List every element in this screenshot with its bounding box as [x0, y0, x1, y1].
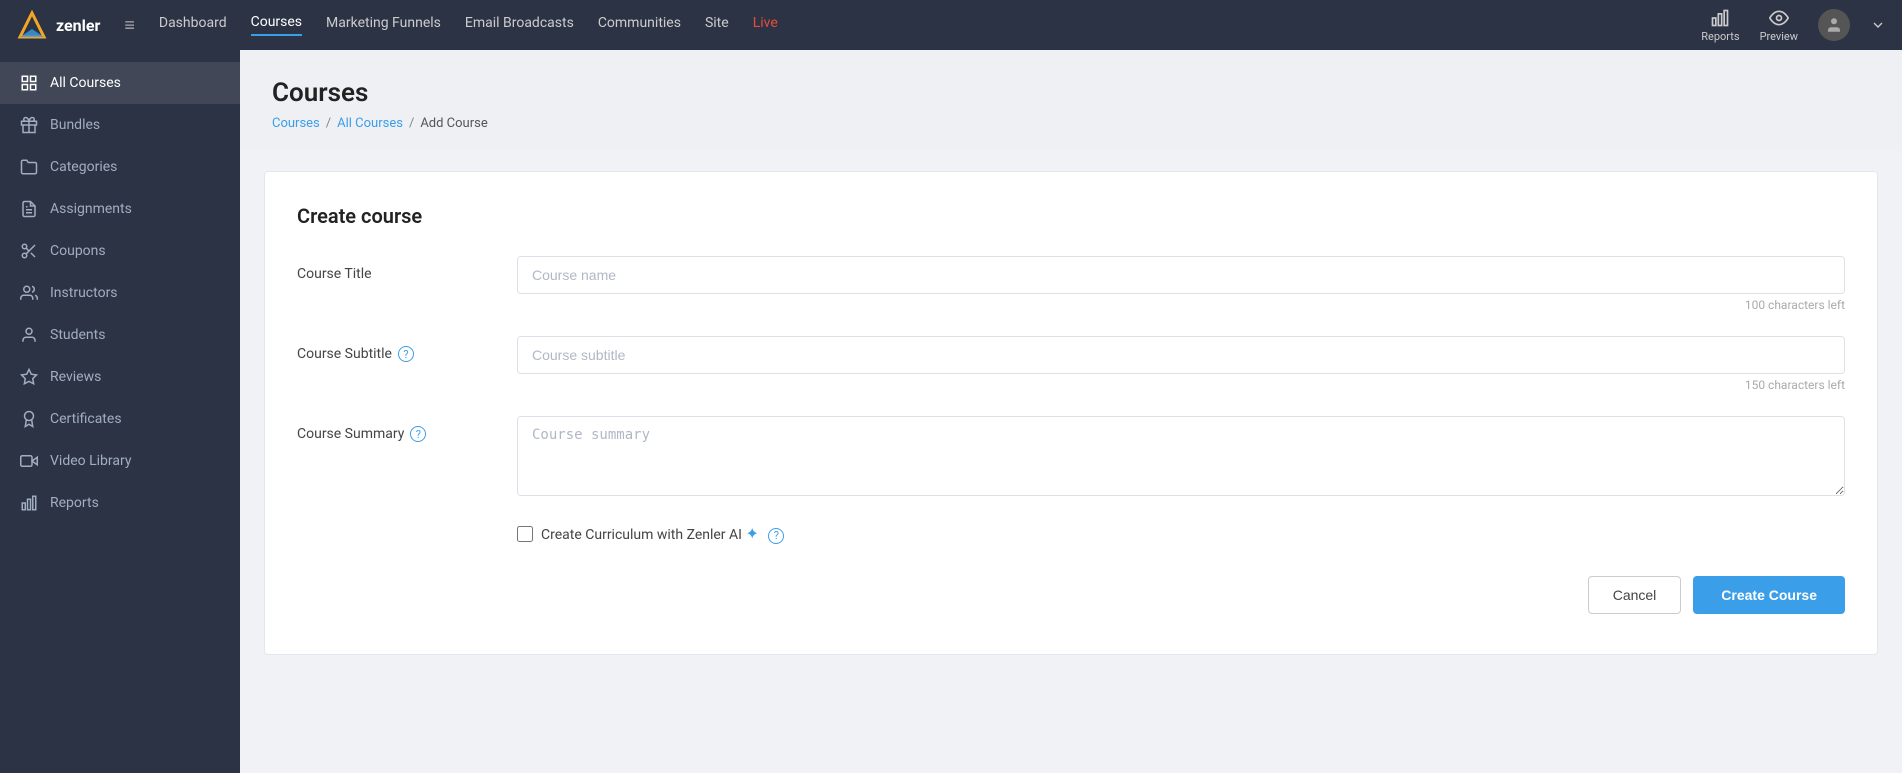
course-subtitle-input[interactable] [517, 336, 1845, 374]
star-icon [20, 368, 38, 386]
layout: All Courses Bundles Categories Assignmen… [0, 50, 1902, 773]
course-title-input[interactable] [517, 256, 1845, 294]
nav-communities[interactable]: Communities [598, 15, 681, 35]
logo[interactable]: zenler [16, 9, 100, 41]
ai-help-icon[interactable]: ? [768, 528, 784, 544]
course-summary-row: Course Summary ? [297, 416, 1845, 500]
create-course-button[interactable]: Create Course [1693, 576, 1845, 614]
user-icon [1825, 16, 1843, 34]
ai-sparkle-icon: ✦ [745, 524, 758, 543]
sidebar-item-all-courses[interactable]: All Courses [0, 62, 240, 104]
sidebar-item-categories[interactable]: Categories [0, 146, 240, 188]
breadcrumb-sep-2: / [409, 116, 414, 131]
breadcrumb-sep-1: / [326, 116, 331, 131]
breadcrumb-current: Add Course [420, 116, 487, 131]
logo-text: zenler [56, 16, 100, 35]
chevron-down-icon[interactable] [1870, 17, 1886, 33]
nav-live[interactable]: Live [753, 15, 778, 35]
course-subtitle-char-count: 150 characters left [517, 378, 1845, 392]
course-title-label: Course Title [297, 256, 497, 282]
course-summary-field [517, 416, 1845, 500]
subtitle-help-icon[interactable]: ? [398, 346, 414, 362]
sidebar-item-instructors[interactable]: Instructors [0, 272, 240, 314]
ai-curriculum-row: Create Curriculum with Zenler AI ✦ ? [517, 524, 1845, 544]
gift-icon [20, 116, 38, 134]
course-title-field: 100 characters left [517, 256, 1845, 312]
eye-icon [1769, 8, 1789, 28]
breadcrumb: Courses / All Courses / Add Course [272, 116, 1870, 131]
form-footer: Cancel Create Course [297, 576, 1845, 614]
page-title: Courses [272, 78, 1870, 108]
sidebar-item-assignments[interactable]: Assignments [0, 188, 240, 230]
video-icon [20, 452, 38, 470]
summary-help-icon[interactable]: ? [410, 426, 426, 442]
ai-curriculum-label[interactable]: Create Curriculum with Zenler AI ✦ ? [541, 524, 784, 544]
zenler-logo-icon [16, 9, 48, 41]
course-title-char-count: 100 characters left [517, 298, 1845, 312]
topnav-right: Reports Preview [1701, 8, 1886, 43]
sidebar-item-certificates[interactable]: Certificates [0, 398, 240, 440]
course-title-row: Course Title 100 characters left [297, 256, 1845, 312]
topnav: zenler ≡ Dashboard Courses Marketing Fun… [0, 0, 1902, 50]
folder-icon [20, 158, 38, 176]
nav-email-broadcasts[interactable]: Email Broadcasts [465, 15, 574, 35]
course-summary-textarea[interactable] [517, 416, 1845, 496]
bar-chart-sidebar-icon [20, 494, 38, 512]
student-icon [20, 326, 38, 344]
course-summary-label: Course Summary ? [297, 416, 497, 442]
user-avatar[interactable] [1818, 9, 1850, 41]
nav-marketing-funnels[interactable]: Marketing Funnels [326, 15, 441, 35]
nav-dashboard[interactable]: Dashboard [159, 15, 227, 35]
grid-icon [20, 74, 38, 92]
nav-courses[interactable]: Courses [251, 14, 302, 36]
hamburger-icon[interactable]: ≡ [124, 15, 135, 36]
bar-chart-icon [1710, 8, 1730, 28]
preview-nav-button[interactable]: Preview [1760, 8, 1798, 43]
breadcrumb-all-courses[interactable]: All Courses [337, 116, 403, 131]
file-text-icon [20, 200, 38, 218]
award-icon [20, 410, 38, 428]
create-course-form-card: Create course Course Title 100 character… [264, 171, 1878, 655]
nav-site[interactable]: Site [705, 15, 729, 35]
sidebar-item-students[interactable]: Students [0, 314, 240, 356]
reports-nav-button[interactable]: Reports [1701, 8, 1739, 43]
topnav-links: Dashboard Courses Marketing Funnels Emai… [159, 14, 1677, 36]
sidebar: All Courses Bundles Categories Assignmen… [0, 50, 240, 773]
sidebar-item-reviews[interactable]: Reviews [0, 356, 240, 398]
sidebar-item-reports[interactable]: Reports [0, 482, 240, 524]
scissors-icon [20, 242, 38, 260]
breadcrumb-courses[interactable]: Courses [272, 116, 320, 131]
course-subtitle-label: Course Subtitle ? [297, 336, 497, 362]
main-content: Courses Courses / All Courses / Add Cour… [240, 50, 1902, 773]
page-header: Courses Courses / All Courses / Add Cour… [240, 50, 1902, 151]
ai-curriculum-checkbox[interactable] [517, 526, 533, 542]
course-subtitle-field: 150 characters left [517, 336, 1845, 392]
sidebar-item-coupons[interactable]: Coupons [0, 230, 240, 272]
users-icon [20, 284, 38, 302]
sidebar-item-video-library[interactable]: Video Library [0, 440, 240, 482]
sidebar-item-bundles[interactable]: Bundles [0, 104, 240, 146]
course-subtitle-row: Course Subtitle ? 150 characters left [297, 336, 1845, 392]
form-title: Create course [297, 204, 1845, 228]
cancel-button[interactable]: Cancel [1588, 576, 1682, 614]
